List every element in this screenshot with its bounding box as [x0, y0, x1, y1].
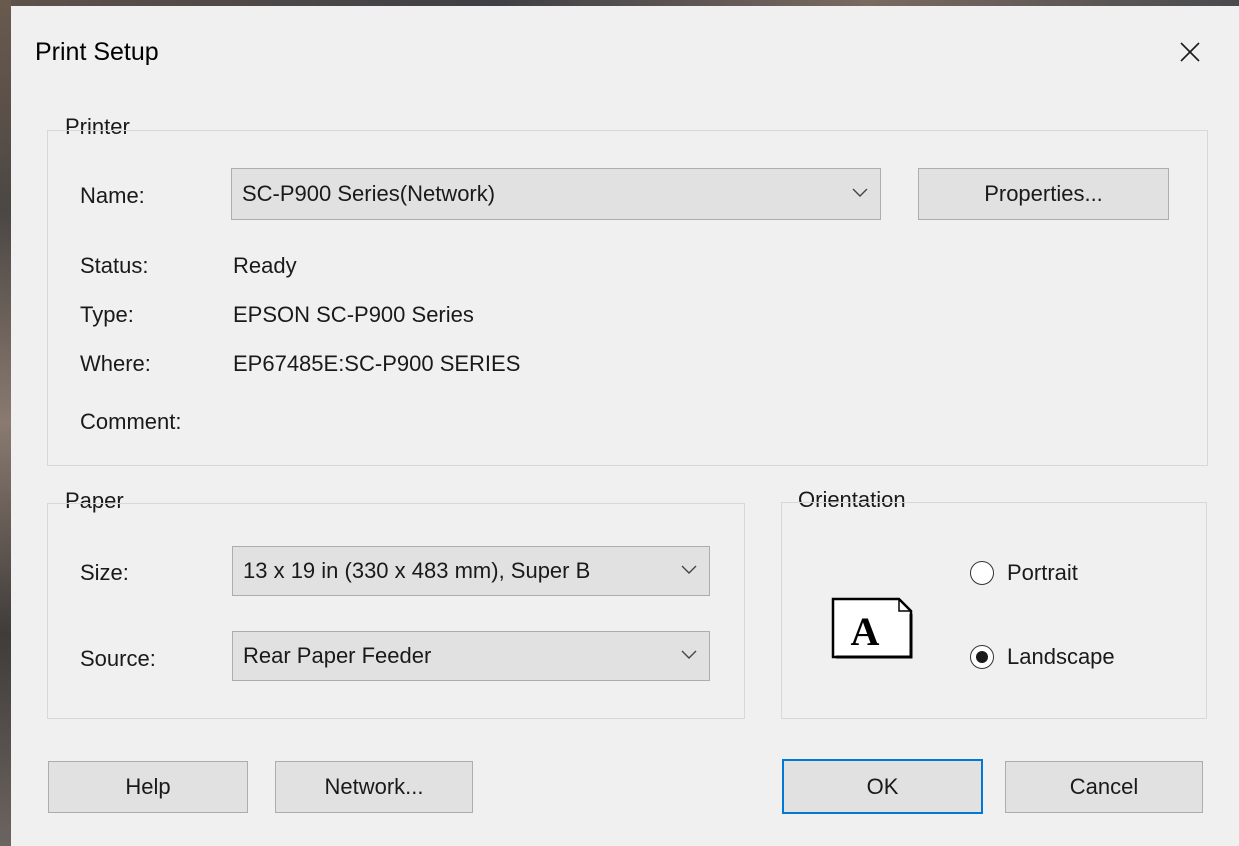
- network-button[interactable]: Network...: [275, 761, 473, 813]
- print-setup-dialog: Print Setup Printer Name: SC-P900 Series…: [0, 0, 1239, 846]
- close-button[interactable]: [1170, 32, 1210, 72]
- landscape-label[interactable]: Landscape: [1007, 644, 1115, 670]
- paper-source-select[interactable]: Rear Paper Feeder: [232, 631, 710, 681]
- type-value: EPSON SC-P900 Series: [233, 302, 474, 327]
- background-strip-left: [0, 0, 11, 846]
- where-label: Where:: [80, 351, 151, 376]
- printer-name-select[interactable]: SC-P900 Series(Network): [231, 168, 881, 220]
- ok-button[interactable]: OK: [782, 759, 983, 814]
- paper-size-select[interactable]: 13 x 19 in (330 x 483 mm), Super B: [232, 546, 710, 596]
- chevron-down-icon: [681, 650, 697, 659]
- chevron-down-icon: [852, 188, 868, 197]
- cancel-button[interactable]: Cancel: [1005, 761, 1203, 813]
- help-button[interactable]: Help: [48, 761, 248, 813]
- size-label: Size:: [80, 560, 129, 585]
- close-icon: [1180, 42, 1200, 62]
- dialog-title: Print Setup: [35, 38, 159, 66]
- landscape-radio[interactable]: [970, 645, 994, 669]
- source-label: Source:: [80, 646, 156, 671]
- properties-button[interactable]: Properties...: [918, 168, 1169, 220]
- paper-size-value: 13 x 19 in (330 x 483 mm), Super B: [243, 558, 591, 583]
- status-value: Ready: [233, 253, 297, 278]
- paper-source-value: Rear Paper Feeder: [243, 643, 432, 668]
- background-strip-top: [0, 0, 1239, 6]
- chevron-down-icon: [669, 565, 697, 575]
- portrait-label[interactable]: Portrait: [1007, 560, 1078, 586]
- landscape-page-icon: A: [831, 597, 913, 659]
- paper-group: [47, 503, 745, 719]
- portrait-radio[interactable]: [970, 561, 994, 585]
- type-label: Type:: [80, 302, 134, 327]
- orientation-preview-letter: A: [851, 609, 880, 654]
- comment-label: Comment:: [80, 409, 182, 434]
- status-label: Status:: [80, 253, 149, 278]
- printer-name-value: SC-P900 Series(Network): [242, 181, 496, 206]
- name-label: Name:: [80, 183, 145, 208]
- where-value: EP67485E:SC-P900 SERIES: [233, 351, 521, 376]
